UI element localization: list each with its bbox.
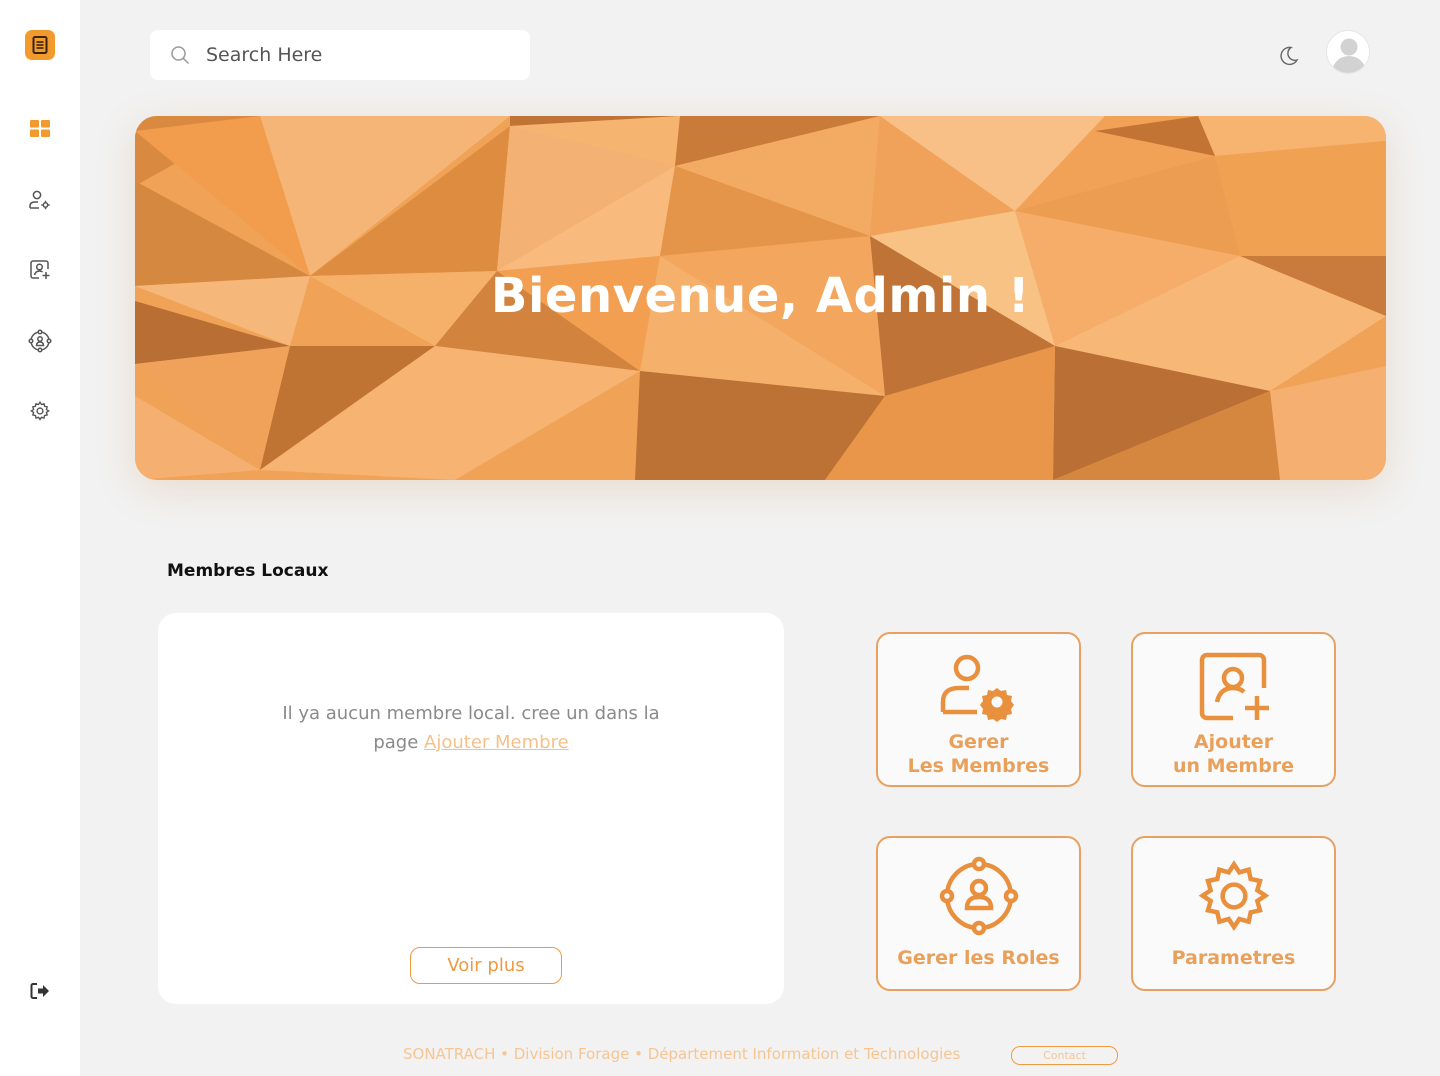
voir-plus-button[interactable]: Voir plus: [410, 947, 562, 984]
moon-icon[interactable]: [1276, 44, 1300, 68]
user-add-icon: [1199, 652, 1269, 721]
banner-title: Bienvenue, Admin !: [490, 268, 1031, 324]
user-add-icon: [30, 260, 50, 279]
app-logo[interactable]: [25, 30, 55, 60]
sidebar-item-manage-roles[interactable]: [25, 326, 55, 356]
tile-settings[interactable]: Parametres: [1131, 836, 1336, 991]
sidebar-item-settings[interactable]: [25, 396, 55, 426]
add-member-link[interactable]: Ajouter Membre: [424, 732, 569, 753]
grid-icon: [30, 120, 50, 137]
tile-label: Ajouter un Membre: [1172, 731, 1295, 777]
section-title: Membres Locaux: [167, 561, 329, 581]
members-card: Il ya aucun membre local. cree un dans l…: [158, 613, 784, 1004]
empty-message: Il ya aucun membre local. cree un dans l…: [258, 699, 684, 757]
document-icon: [32, 36, 48, 54]
gear-icon: [30, 401, 50, 421]
sidebar-item-manage-members[interactable]: [25, 185, 55, 215]
gear-icon: [1198, 860, 1269, 932]
tile-label: Gerer les Roles: [897, 947, 1060, 969]
sidebar-item-dashboard[interactable]: [25, 114, 55, 144]
search-input[interactable]: [206, 44, 496, 66]
avatar-icon: [1327, 31, 1369, 73]
roles-icon: [939, 856, 1018, 936]
sidebar: [0, 0, 80, 1076]
user-gear-icon: [940, 654, 1014, 722]
sidebar-item-add-member[interactable]: [25, 255, 55, 285]
tile-label: Parametres: [1171, 947, 1296, 969]
roles-icon: [28, 329, 52, 353]
search-icon: [171, 46, 190, 65]
user-gear-icon: [29, 190, 50, 210]
contact-button[interactable]: Contact: [1011, 1046, 1118, 1065]
logout-button[interactable]: [25, 976, 55, 1006]
tile-add-member[interactable]: Ajouter un Membre: [1131, 632, 1336, 787]
welcome-banner: Bienvenue, Admin !: [135, 116, 1386, 480]
tile-manage-roles[interactable]: Gerer les Roles: [876, 836, 1081, 991]
logout-icon: [30, 983, 49, 999]
tile-manage-members[interactable]: Gerer Les Membres: [876, 632, 1081, 787]
tile-label: Gerer Les Membres: [907, 731, 1050, 777]
search-bar[interactable]: [150, 30, 530, 80]
avatar[interactable]: [1326, 30, 1370, 74]
footer-text: SONATRACH • Division Forage • Départemen…: [403, 1045, 961, 1063]
